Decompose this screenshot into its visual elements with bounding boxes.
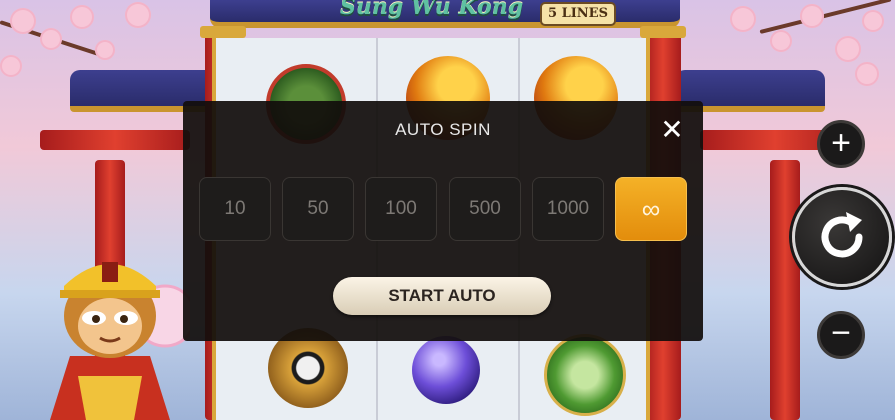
blossom (40, 28, 62, 50)
blossom (862, 10, 884, 32)
monkey-king-character (50, 262, 190, 420)
right-gate-pillar (770, 160, 800, 420)
auto-spin-option-infinite[interactable]: ∞ (615, 177, 687, 241)
jade-coin-symbol (544, 334, 626, 416)
pillar-cap (640, 26, 686, 38)
auto-spin-option-500[interactable]: 500 (449, 177, 521, 241)
auto-spin-option-50[interactable]: 50 (282, 177, 354, 241)
blossom (730, 6, 756, 32)
blossom (70, 5, 94, 29)
dialog-title: AUTO SPIN (395, 120, 491, 139)
pillar-cap (200, 26, 246, 38)
blossom (800, 4, 824, 28)
spin-button[interactable] (792, 187, 892, 287)
auto-spin-option-100[interactable]: 100 (365, 177, 437, 241)
blossom (0, 55, 22, 77)
start-auto-button[interactable]: START AUTO (333, 277, 551, 315)
auto-spin-options: 10 50 100 500 1000 ∞ (199, 177, 689, 241)
blossom (855, 62, 879, 86)
bet-increase-button[interactable]: + (817, 120, 865, 168)
magic-orb-symbol (412, 336, 480, 404)
blossom (770, 30, 792, 52)
blossom (10, 8, 36, 34)
auto-spin-dialog: AUTO SPIN ✕ 10 50 100 500 1000 ∞ START A… (183, 101, 703, 341)
blossom (95, 40, 115, 60)
auto-spin-option-10[interactable]: 10 (199, 177, 271, 241)
left-gate-beam (40, 130, 190, 150)
auto-spin-option-1000[interactable]: 1000 (532, 177, 604, 241)
blossom (835, 36, 861, 62)
bet-decrease-button[interactable]: − (817, 311, 865, 359)
close-icon[interactable]: ✕ (657, 115, 687, 145)
lines-badge: 5 LINES (540, 2, 616, 26)
blossom (125, 2, 151, 28)
rotate-arrow-icon (821, 212, 863, 258)
